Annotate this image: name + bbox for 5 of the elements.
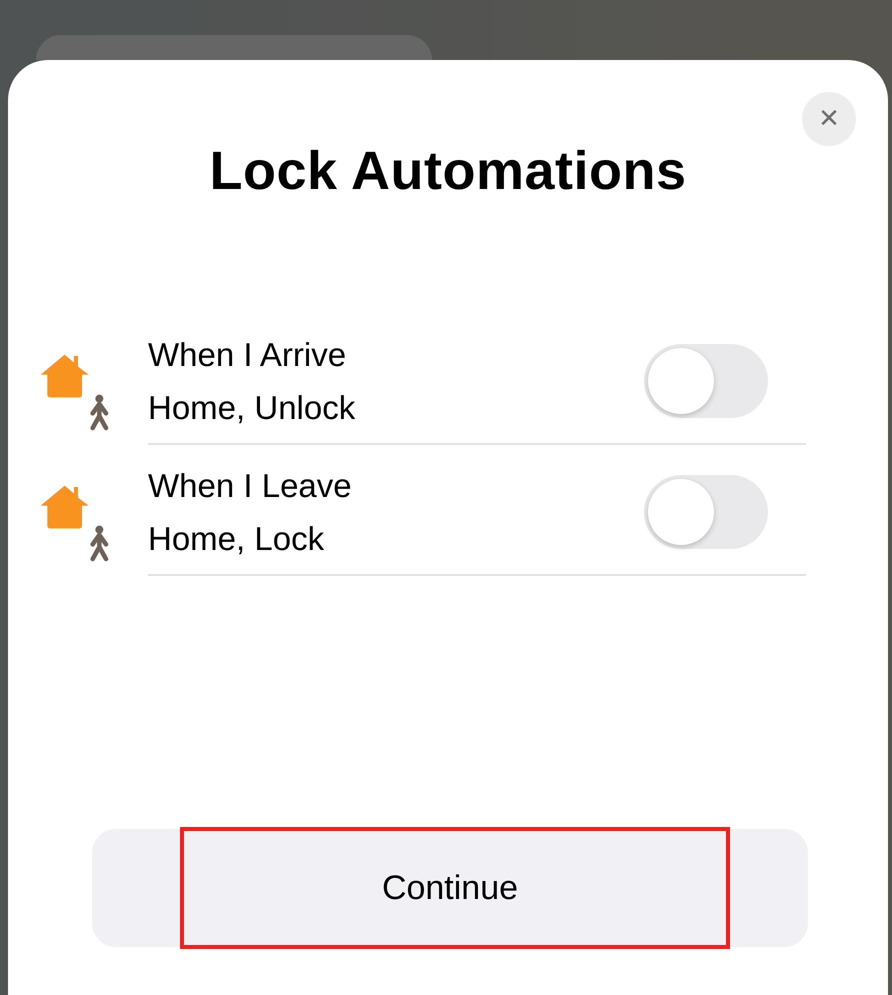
- automation-label: When I Arrive Home, Unlock: [148, 334, 356, 428]
- continue-button[interactable]: Continue: [92, 829, 808, 947]
- automation-label: When I Leave Home, Lock: [148, 466, 353, 558]
- close-button[interactable]: ✕: [802, 92, 856, 146]
- sheet-title: Lock Automations: [208, 140, 688, 202]
